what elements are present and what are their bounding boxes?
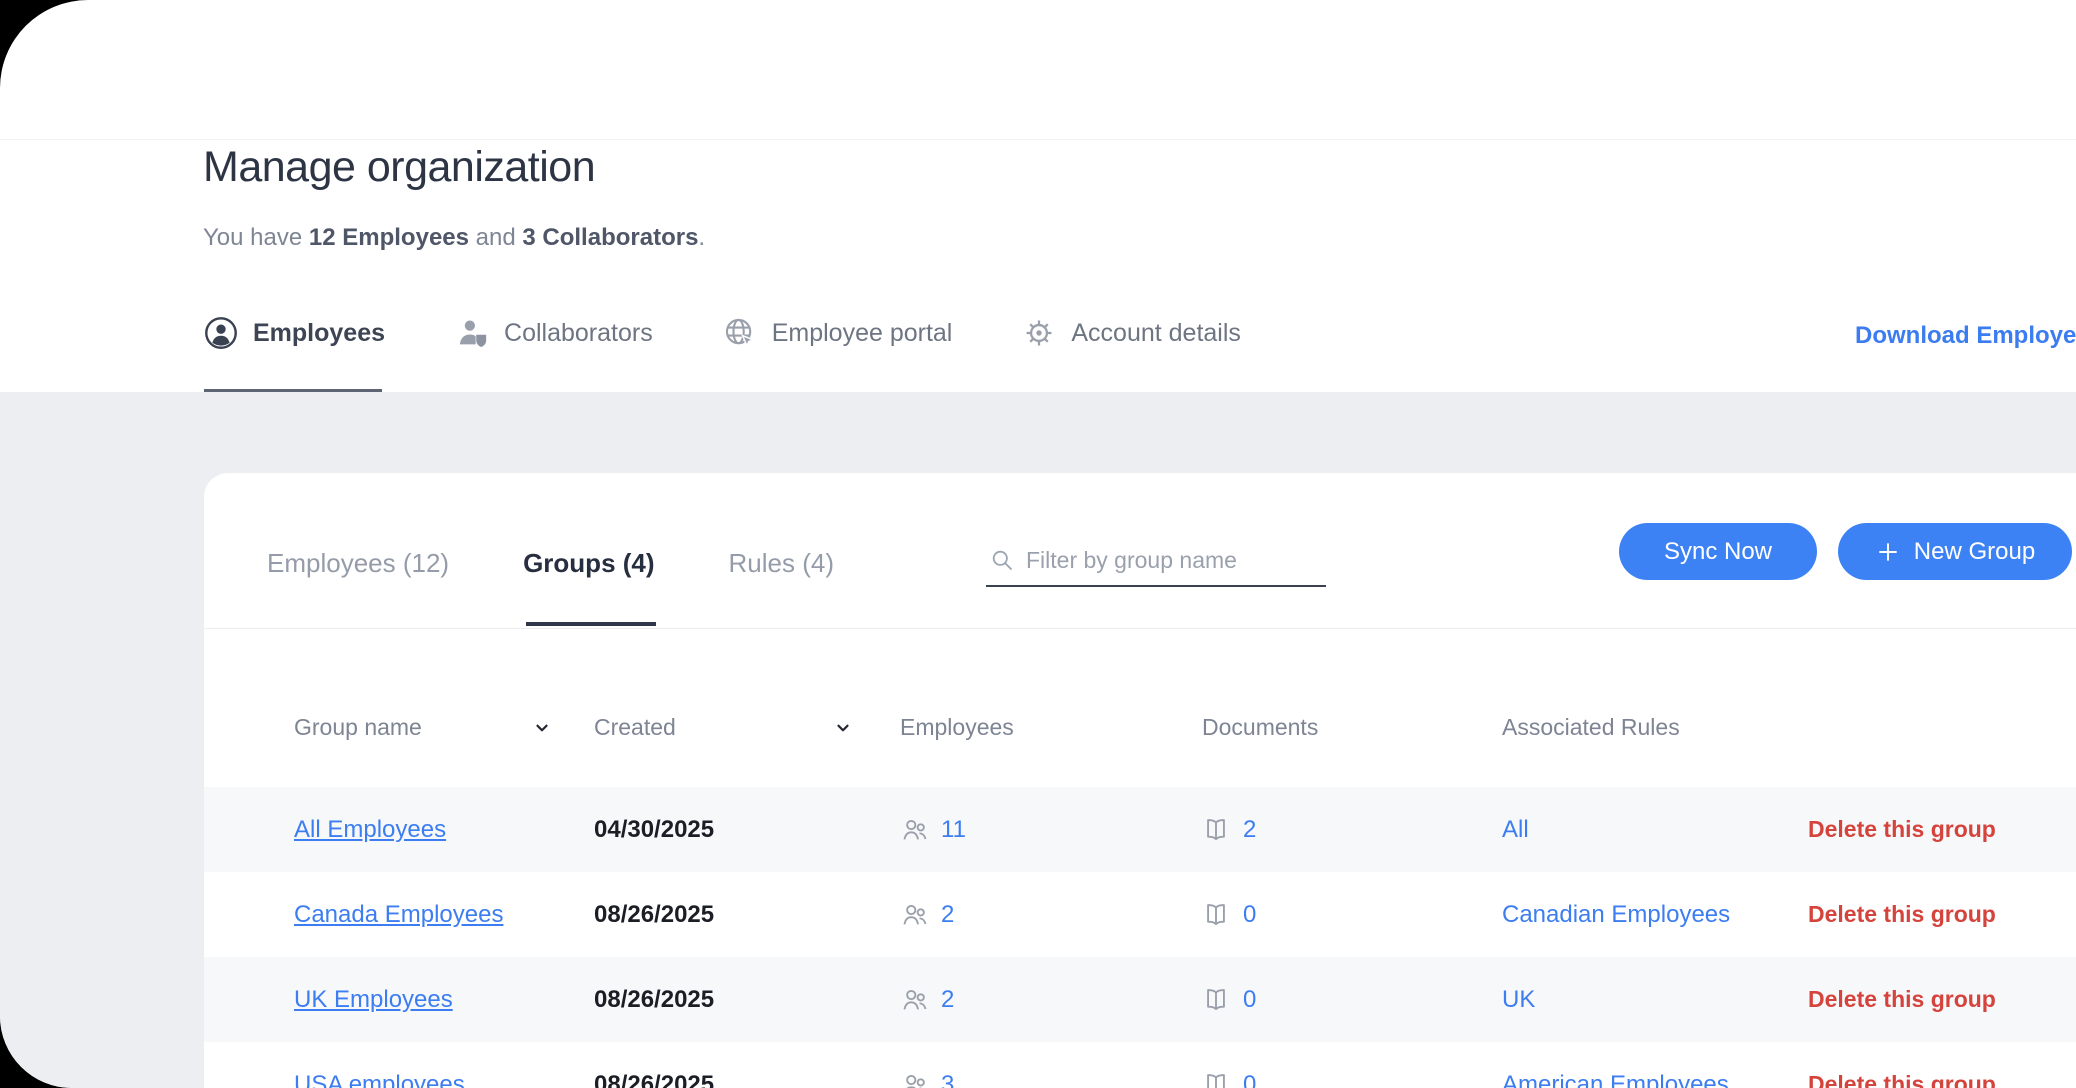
employees-cell: 2 xyxy=(900,872,954,957)
tab-account-details[interactable]: Account details xyxy=(1022,316,1241,350)
column-header-employees: Employees xyxy=(900,668,1014,787)
people-icon xyxy=(900,900,930,930)
open-book-icon xyxy=(1202,901,1230,929)
open-book-icon xyxy=(1202,1071,1230,1088)
associated-rule-link[interactable]: American Employees xyxy=(1502,1042,1729,1088)
people-icon xyxy=(900,985,930,1015)
employees-cell: 11 xyxy=(900,787,966,872)
documents-count-link[interactable]: 2 xyxy=(1243,816,1256,844)
tab-label: Employee portal xyxy=(772,319,953,348)
documents-count-link[interactable]: 0 xyxy=(1243,1071,1256,1088)
tab-employees[interactable]: Employees xyxy=(204,316,385,350)
collaborators-count-text: 3 Collaborators xyxy=(522,224,698,251)
created-date: 04/30/2025 xyxy=(594,787,714,872)
tab-label: Employees xyxy=(253,319,385,348)
column-header-associated-rules: Associated Rules xyxy=(1502,668,1680,787)
open-book-icon xyxy=(1202,986,1230,1014)
tab-employee-portal[interactable]: Employee portal xyxy=(723,316,953,350)
new-group-button[interactable]: New Group xyxy=(1838,523,2072,580)
tab-rules-count[interactable]: Rules (4) xyxy=(729,547,834,579)
subtitle-text: You have xyxy=(203,224,309,251)
documents-count-link[interactable]: 0 xyxy=(1243,986,1256,1014)
tab-label: Account details xyxy=(1071,319,1241,348)
globe-icon xyxy=(723,316,757,350)
employees-count-link[interactable]: 2 xyxy=(941,901,954,929)
tab-groups-count[interactable]: Groups (4) xyxy=(523,547,654,579)
employees-count-text: 12 Employees xyxy=(309,224,469,251)
table-body: All Employees 04/30/2025 11 2 All Delete… xyxy=(204,787,2076,1088)
table-row: Canada Employees 08/26/2025 2 0 Canadian… xyxy=(204,872,2076,957)
documents-cell: 0 xyxy=(1202,957,1256,1042)
filter-group-input[interactable] xyxy=(1026,547,1306,574)
person-shield-icon xyxy=(455,316,489,350)
column-header-created[interactable]: Created xyxy=(594,668,676,787)
created-date: 08/26/2025 xyxy=(594,872,714,957)
column-header-documents: Documents xyxy=(1202,668,1318,787)
group-name-link[interactable]: USA employees xyxy=(294,1042,465,1088)
chevron-down-icon[interactable] xyxy=(834,719,852,737)
created-date: 08/26/2025 xyxy=(594,1042,714,1088)
employees-count-link[interactable]: 11 xyxy=(941,816,966,844)
groups-card: Employees (12) Groups (4) Rules (4) Sync… xyxy=(204,473,2076,1088)
delete-group-button[interactable]: Delete this group xyxy=(1808,957,1996,1042)
chevron-down-icon[interactable] xyxy=(533,719,551,737)
associated-rule-link[interactable]: Canadian Employees xyxy=(1502,872,1730,957)
employees-count-link[interactable]: 2 xyxy=(941,986,954,1014)
delete-group-button[interactable]: Delete this group xyxy=(1808,787,1996,872)
group-filter xyxy=(986,535,1326,587)
main-tab-bar: Employees Collaborators Employee portal … xyxy=(204,316,1241,350)
subtitle: You have 12 Employees and 3 Collaborator… xyxy=(203,224,705,252)
person-circle-icon xyxy=(204,316,238,350)
people-icon xyxy=(900,1070,930,1088)
delete-group-button[interactable]: Delete this group xyxy=(1808,1042,1996,1088)
associated-rule-link[interactable]: All xyxy=(1502,787,1529,872)
subtitle-text: and xyxy=(469,224,522,251)
subtitle-text: . xyxy=(698,224,705,251)
app-window: Manage organization You have 12 Employee… xyxy=(0,0,2076,1088)
employees-cell: 2 xyxy=(900,957,954,1042)
employees-cell: 3 xyxy=(900,1042,954,1088)
tab-collaborators[interactable]: Collaborators xyxy=(455,316,653,350)
documents-cell: 2 xyxy=(1202,787,1256,872)
tab-label: Collaborators xyxy=(504,319,653,348)
page-title: Manage organization xyxy=(203,143,595,192)
people-icon xyxy=(900,815,930,845)
new-group-label: New Group xyxy=(1914,538,2035,566)
plus-icon xyxy=(1875,539,1901,565)
delete-group-button[interactable]: Delete this group xyxy=(1808,872,1996,957)
card-tab-bar: Employees (12) Groups (4) Rules (4) xyxy=(267,547,834,579)
card-tab-divider xyxy=(204,628,2076,629)
gear-icon xyxy=(1022,316,1056,350)
open-book-icon xyxy=(1202,816,1230,844)
created-date: 08/26/2025 xyxy=(594,957,714,1042)
associated-rule-link[interactable]: UK xyxy=(1502,957,1535,1042)
documents-count-link[interactable]: 0 xyxy=(1243,901,1256,929)
sync-now-label: Sync Now xyxy=(1664,538,1772,566)
download-employee-link[interactable]: Download Employee xyxy=(1855,322,2076,350)
column-header-group-name[interactable]: Group name xyxy=(294,668,422,787)
documents-cell: 0 xyxy=(1202,1042,1256,1088)
table-row: USA employees 08/26/2025 3 0 American Em… xyxy=(204,1042,2076,1088)
active-card-tab-underline xyxy=(526,622,656,626)
table-header: Group name Created Employees Documents A… xyxy=(204,668,2076,787)
table-row: UK Employees 08/26/2025 2 0 UK Delete th… xyxy=(204,957,2076,1042)
search-icon xyxy=(990,548,1014,572)
group-name-link[interactable]: All Employees xyxy=(294,787,446,872)
documents-cell: 0 xyxy=(1202,872,1256,957)
tab-employees-count[interactable]: Employees (12) xyxy=(267,547,449,579)
sync-now-button[interactable]: Sync Now xyxy=(1619,523,1817,580)
table-row: All Employees 04/30/2025 11 2 All Delete… xyxy=(204,787,2076,872)
group-name-link[interactable]: Canada Employees xyxy=(294,872,503,957)
group-name-link[interactable]: UK Employees xyxy=(294,957,453,1042)
employees-count-link[interactable]: 3 xyxy=(941,1071,954,1088)
header-divider xyxy=(0,139,2076,140)
